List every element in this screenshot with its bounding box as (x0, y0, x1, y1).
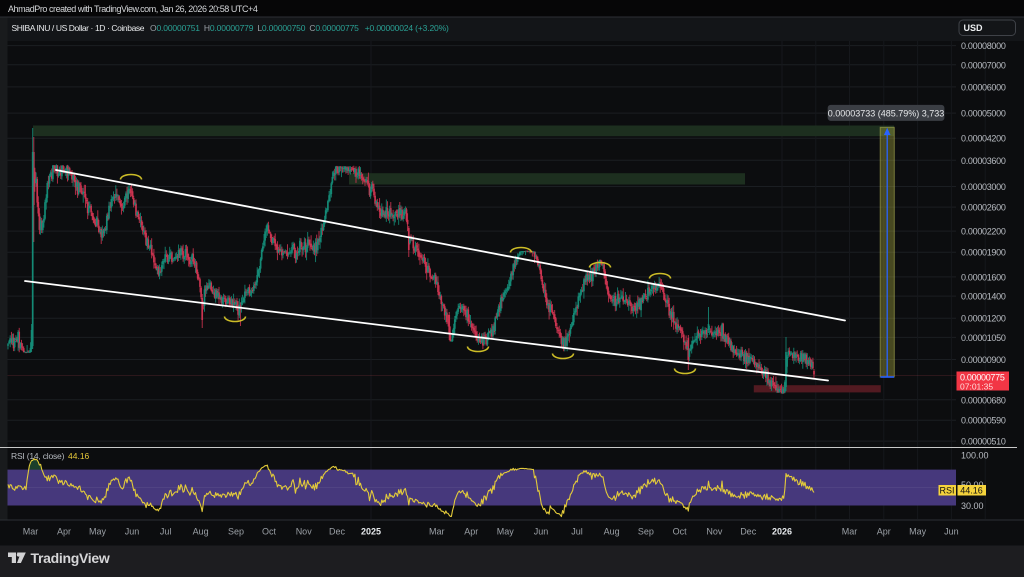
svg-text:0.00007000: 0.00007000 (961, 60, 1006, 70)
svg-text:0.00000510: 0.00000510 (961, 437, 1006, 447)
svg-text:AhmadPro created with TradingV: AhmadPro created with TradingView.com, J… (8, 4, 258, 14)
svg-text:Mar: Mar (842, 527, 858, 537)
svg-text:0.00001050: 0.00001050 (961, 333, 1006, 343)
svg-text:0.00000590: 0.00000590 (961, 416, 1006, 426)
svg-text:Apr: Apr (57, 527, 71, 537)
svg-text:0.00001900: 0.00001900 (961, 248, 1006, 258)
svg-text:Apr: Apr (464, 527, 478, 537)
svg-text:Aug: Aug (604, 527, 620, 537)
svg-text:2025: 2025 (361, 527, 381, 537)
svg-text:100.00: 100.00 (961, 451, 989, 461)
svg-text:0.00008000: 0.00008000 (961, 41, 1006, 51)
svg-text:Jul: Jul (160, 527, 172, 537)
svg-text:May: May (89, 527, 107, 537)
svg-text:44.16: 44.16 (960, 485, 983, 495)
svg-text:0.00003733 (485.79%) 3,733: 0.00003733 (485.79%) 3,733 (828, 109, 945, 119)
svg-text:0.00001400: 0.00001400 (961, 292, 1006, 302)
svg-text:Sep: Sep (638, 527, 654, 537)
svg-text:0.00002200: 0.00002200 (961, 227, 1006, 237)
svg-text:0.00004200: 0.00004200 (961, 134, 1006, 144)
svg-text:0.00006000: 0.00006000 (961, 82, 1006, 92)
svg-text:TradingView: TradingView (31, 550, 110, 566)
svg-text:0.00005000: 0.00005000 (961, 109, 1006, 119)
svg-text:Dec: Dec (740, 527, 757, 537)
svg-text:Jun: Jun (944, 527, 959, 537)
svg-text:0.00002600: 0.00002600 (961, 203, 1006, 213)
svg-text:2026: 2026 (772, 527, 792, 537)
svg-text:RSI (14, close): RSI (14, close) (11, 451, 65, 461)
svg-text:Apr: Apr (877, 527, 891, 537)
svg-text:RSI: RSI (939, 485, 954, 495)
svg-text:SHIBA INU / US Dollar · 1D · C: SHIBA INU / US Dollar · 1D · Coinbase (12, 23, 145, 33)
svg-text:Aug: Aug (193, 527, 209, 537)
svg-text:Nov: Nov (706, 527, 723, 537)
svg-text:30.00: 30.00 (961, 501, 984, 511)
svg-text:Mar: Mar (23, 527, 39, 537)
svg-text:Oct: Oct (673, 527, 688, 537)
svg-text:Sep: Sep (228, 527, 244, 537)
svg-text:O0.00000751H0.00000779L0.00000: O0.00000751H0.00000779L0.00000750C0.0000… (150, 23, 449, 33)
svg-text:Dec: Dec (329, 527, 346, 537)
svg-text:0.00000680: 0.00000680 (961, 395, 1006, 405)
svg-text:0.00003600: 0.00003600 (961, 156, 1006, 166)
svg-text:USD: USD (964, 23, 984, 33)
svg-text:0.00001600: 0.00001600 (961, 272, 1006, 282)
svg-text:Mar: Mar (429, 527, 445, 537)
svg-text:0.00003000: 0.00003000 (961, 182, 1006, 192)
svg-text:Jun: Jun (125, 527, 140, 537)
svg-text:May: May (909, 527, 927, 537)
svg-text:07:01:35: 07:01:35 (960, 382, 993, 392)
svg-text:Nov: Nov (296, 527, 313, 537)
svg-text:Oct: Oct (262, 527, 277, 537)
svg-text:44.16: 44.16 (68, 451, 90, 461)
svg-text:Jul: Jul (571, 527, 583, 537)
svg-text:Jun: Jun (534, 527, 549, 537)
svg-text:0.00000900: 0.00000900 (961, 355, 1006, 365)
svg-text:0.00001200: 0.00001200 (961, 314, 1006, 324)
svg-text:May: May (497, 527, 515, 537)
